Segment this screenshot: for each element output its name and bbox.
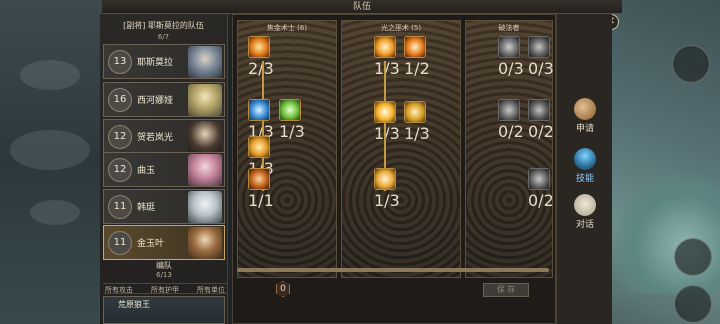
avatar — [188, 191, 222, 223]
level-badge: 16 — [108, 88, 132, 112]
skill-node[interactable] — [279, 99, 301, 121]
member-name: 金玉叶 — [137, 239, 165, 249]
skill-points: 0/2 — [528, 122, 554, 141]
skill-icon — [249, 169, 269, 189]
level-badge: 11 — [108, 231, 132, 255]
skill-icon — [249, 137, 269, 157]
skill-points: 1/3 — [404, 124, 430, 143]
skill-icon — [499, 37, 519, 57]
skill-points: 1/3 — [374, 191, 400, 210]
window-title: 队伍 — [102, 0, 622, 14]
map-marker-icon — [674, 285, 712, 323]
skill-node[interactable] — [404, 36, 426, 58]
fist-icon — [574, 98, 596, 120]
skill-points: 1/2 — [404, 59, 430, 78]
side-toolbar: 申请 技能 对话 — [556, 14, 612, 324]
team-member-slot[interactable]: 11 韩珽 — [103, 189, 225, 224]
skill-points: 1/3 — [374, 124, 400, 143]
member-name: 西河娜娅 — [137, 96, 174, 106]
skill-node[interactable] — [248, 99, 270, 121]
skill-node[interactable] — [528, 168, 550, 190]
minimap-button[interactable] — [674, 238, 712, 276]
column-title: 焦金术士 (6) — [266, 24, 308, 32]
skill-node[interactable] — [248, 36, 270, 58]
skill-icon — [529, 37, 549, 57]
column-title: 破法者 — [498, 24, 520, 32]
tree-scrollbar[interactable] — [237, 268, 549, 272]
skill-icon — [375, 37, 395, 57]
skill-points: 2/3 — [248, 59, 274, 78]
squad-label: 编队 — [156, 261, 172, 270]
unit-name: 荒原狼王 — [118, 300, 150, 309]
skill-icon — [280, 100, 300, 120]
save-button[interactable]: 保 存 — [483, 283, 529, 297]
avatar — [188, 84, 222, 116]
team-title: [副将] 耶斯莫拉的队伍 — [123, 21, 204, 30]
skill-icon — [375, 169, 395, 189]
avatar — [188, 227, 222, 259]
skill-node[interactable] — [528, 99, 550, 121]
skill-node[interactable] — [374, 101, 396, 123]
skill-icon — [249, 100, 269, 120]
team-member-slot[interactable]: 13 耶斯莫拉 — [103, 44, 225, 79]
skill-node[interactable] — [498, 36, 520, 58]
speech-bubble-icon — [574, 194, 596, 216]
skill-node[interactable] — [374, 168, 396, 190]
team-member-slot[interactable]: 16 西河娜娅 — [103, 82, 225, 117]
team-member-slot[interactable]: 12 曲玉 — [103, 152, 225, 187]
dialogue-button[interactable]: 对话 — [565, 194, 605, 230]
level-badge: 12 — [108, 125, 132, 149]
level-badge: 12 — [108, 158, 132, 182]
apply-button[interactable]: 申请 — [565, 98, 605, 134]
avatar — [188, 154, 222, 186]
skill-column-light: 光之巫术 (5) — [341, 20, 461, 278]
skill-node[interactable] — [248, 136, 270, 158]
team-member-slot[interactable]: 12 贺若岚光 — [103, 119, 225, 154]
skill-node[interactable] — [404, 101, 426, 123]
member-name: 贺若岚光 — [137, 133, 174, 143]
skill-node[interactable] — [248, 168, 270, 190]
skill-node[interactable] — [528, 36, 550, 58]
skill-node[interactable] — [498, 99, 520, 121]
member-name: 韩珽 — [137, 203, 156, 213]
skill-points: 1/1 — [248, 191, 274, 210]
left-world-area — [0, 0, 110, 324]
skill-points: 0/3 — [528, 59, 554, 78]
skill-points: 0/3 — [498, 59, 524, 78]
skills-button[interactable]: 技能 — [565, 148, 605, 184]
avatar — [188, 121, 222, 153]
unit-filters: 所有攻击 所有护甲 所有单位 — [103, 283, 227, 294]
skill-points-badge: 0 — [276, 281, 290, 297]
skill-icon — [529, 100, 549, 120]
map-marker-icon — [672, 45, 710, 83]
skill-icon — [529, 169, 549, 189]
skill-points: 0/2 — [498, 122, 524, 141]
level-badge: 11 — [108, 195, 132, 219]
team-count: 6/7 — [157, 33, 170, 41]
member-name: 耶斯莫拉 — [137, 58, 174, 68]
book-icon — [574, 148, 596, 170]
skill-icon — [249, 37, 269, 57]
skill-points: 1/3 — [279, 122, 305, 141]
column-title: 光之巫术 (5) — [380, 24, 422, 32]
skill-icon — [375, 102, 395, 122]
filter-unit[interactable]: 所有单位 — [197, 285, 225, 294]
unit-card[interactable]: 荒原狼王 — [103, 296, 225, 324]
filter-attack[interactable]: 所有攻击 — [105, 285, 133, 294]
squad-count: 6/13 — [156, 271, 172, 279]
level-badge: 13 — [108, 50, 132, 74]
skill-icon — [405, 102, 425, 122]
skill-points: 1/3 — [374, 59, 400, 78]
filter-armor[interactable]: 所有护甲 — [151, 285, 179, 294]
skill-icon — [405, 37, 425, 57]
skill-icon — [499, 100, 519, 120]
skill-points: 0/2 — [528, 191, 554, 210]
skill-node[interactable] — [374, 36, 396, 58]
member-name: 曲玉 — [137, 166, 156, 176]
avatar — [188, 46, 222, 78]
team-member-slot[interactable]: 11 金玉叶 — [103, 225, 225, 260]
